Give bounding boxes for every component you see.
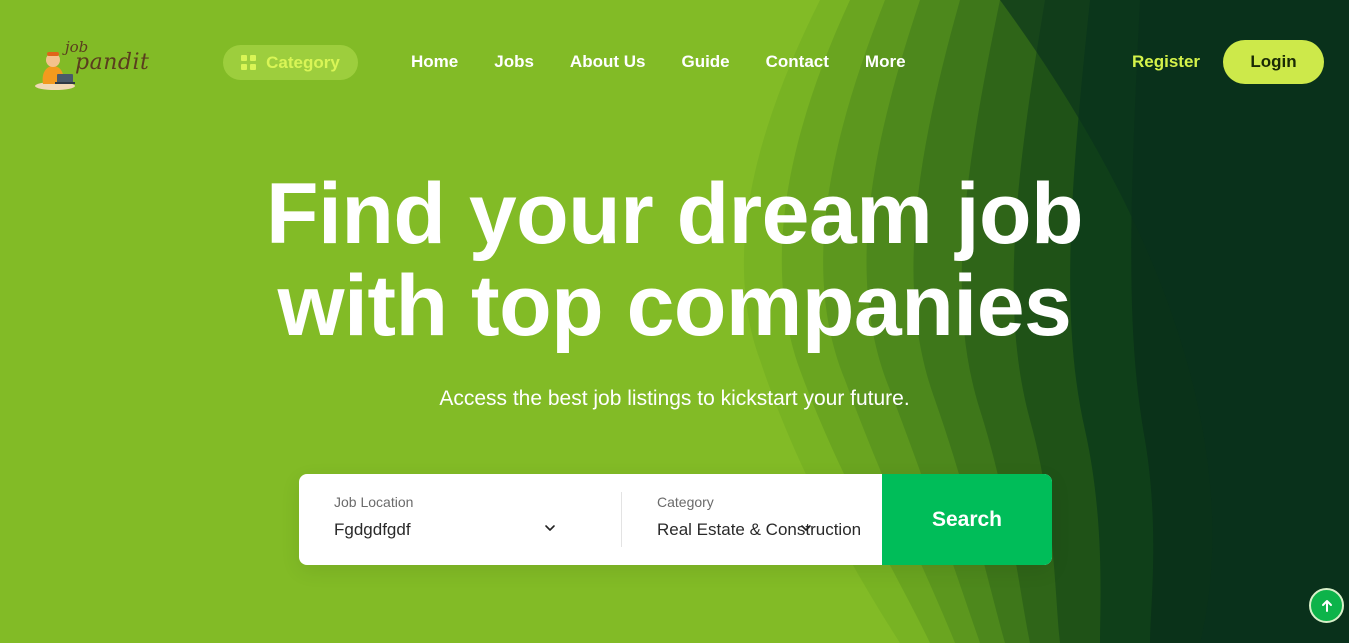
hero-title-line-1: Find your dream job — [265, 166, 1084, 262]
category-label: Category — [657, 494, 714, 510]
nav-home[interactable]: Home — [411, 52, 458, 72]
job-location-value: Fgdgdfgdf — [334, 520, 411, 539]
hero-subtitle: Access the best job listings to kickstar… — [439, 387, 910, 410]
job-search-form: Job Location Fgdgdfgdf Category Real Est… — [299, 474, 1052, 565]
nav-contact[interactable]: Contact — [766, 52, 829, 72]
hero-title: Find your dream job with top companies — [0, 168, 1349, 352]
grid-icon — [241, 55, 257, 70]
job-location-select[interactable]: Job Location Fgdgdfgdf — [299, 492, 622, 547]
site-logo[interactable]: job pandit — [33, 38, 163, 90]
category-select[interactable]: Category Real Estate & Construction — [622, 474, 882, 565]
main-nav: Home Jobs About Us Guide Contact More — [411, 52, 906, 72]
search-button[interactable]: Search — [882, 474, 1052, 565]
nav-about-us[interactable]: About Us — [570, 52, 646, 72]
category-button[interactable]: Category — [223, 45, 358, 80]
chevron-down-icon — [545, 525, 555, 531]
page: job pandit Category Home Jobs About Us G… — [0, 0, 1349, 643]
login-button[interactable]: Login — [1223, 40, 1324, 84]
nav-guide[interactable]: Guide — [681, 52, 729, 72]
hero-title-line-2: with top companies — [277, 258, 1072, 354]
register-link[interactable]: Register — [1132, 52, 1200, 72]
scroll-to-top-button[interactable] — [1309, 588, 1344, 623]
job-location-label: Job Location — [334, 494, 414, 510]
nav-more[interactable]: More — [865, 52, 906, 72]
category-button-label: Category — [266, 52, 340, 72]
logo-word-pandit: pandit — [75, 50, 150, 75]
arrow-up-icon — [1321, 599, 1332, 612]
chevron-down-icon — [801, 525, 811, 531]
nav-jobs[interactable]: Jobs — [494, 52, 534, 72]
category-value: Real Estate & Construction — [657, 520, 862, 539]
